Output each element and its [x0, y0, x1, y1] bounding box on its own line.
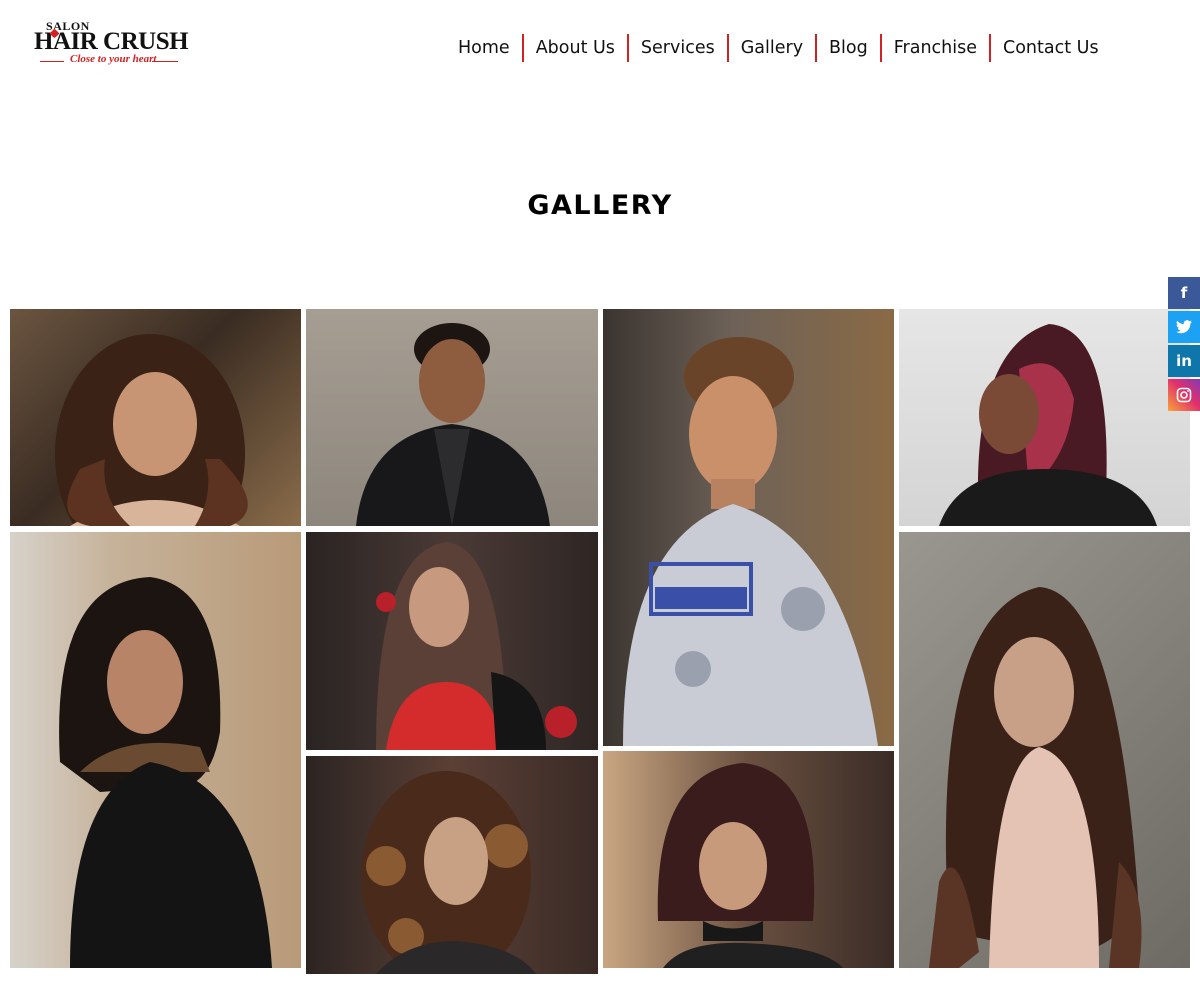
portrait-figure [929, 587, 1142, 968]
gallery-photo-man-black-blazer[interactable] [306, 309, 598, 526]
social-sidebar: f in [1168, 277, 1200, 413]
portrait-figure [657, 763, 843, 968]
gallery-photo-woman-bob-black-sweater[interactable] [10, 532, 301, 968]
linkedin-icon[interactable]: in [1168, 345, 1200, 377]
page-title: GALLERY [527, 190, 673, 221]
nav-contact-us[interactable]: Contact Us [991, 33, 1111, 63]
logo-divider-right [152, 61, 178, 62]
main-nav: Home About Us Services Gallery Blog Fran… [446, 33, 1111, 63]
portrait-figure [55, 334, 248, 526]
portrait-figure [356, 323, 550, 526]
portrait-figure [376, 542, 577, 750]
portrait-figure [939, 324, 1157, 526]
site-header: SALON HAIR CRUSH Close to your heart Hom… [0, 0, 1200, 96]
instagram-camera-glyph [1176, 387, 1192, 403]
portrait-figure [59, 577, 272, 968]
gallery-photo-woman-short-burgundy-hair[interactable] [603, 751, 894, 968]
nav-home[interactable]: Home [446, 33, 522, 63]
gallery-photo-woman-long-waves-pink-top[interactable] [899, 532, 1190, 968]
twitter-icon[interactable] [1168, 311, 1200, 343]
gallery-photo-woman-curly-hair[interactable] [306, 756, 598, 974]
gallery-photo-man-camo-tshirt[interactable] [603, 309, 894, 746]
gallery-photo-woman-straight-red-top[interactable] [306, 532, 598, 750]
instagram-icon[interactable] [1168, 379, 1200, 411]
nav-services[interactable]: Services [629, 33, 727, 63]
salon-hair-crush-logo[interactable]: SALON HAIR CRUSH Close to your heart [34, 18, 189, 72]
nav-blog[interactable]: Blog [817, 33, 880, 63]
nav-franchise[interactable]: Franchise [882, 33, 989, 63]
nav-gallery[interactable]: Gallery [729, 33, 815, 63]
twitter-bird-glyph [1176, 320, 1192, 334]
facebook-icon[interactable]: f [1168, 277, 1200, 309]
nav-about-us[interactable]: About Us [524, 33, 627, 63]
portrait-figure [623, 337, 878, 746]
portrait-figure [361, 771, 536, 974]
gallery-photo-woman-red-highlights[interactable] [899, 309, 1190, 526]
gallery-photo-woman-wavy-brown-hair[interactable] [10, 309, 301, 526]
logo-tagline: Close to your heart [70, 53, 157, 65]
logo-divider-left [40, 61, 64, 62]
